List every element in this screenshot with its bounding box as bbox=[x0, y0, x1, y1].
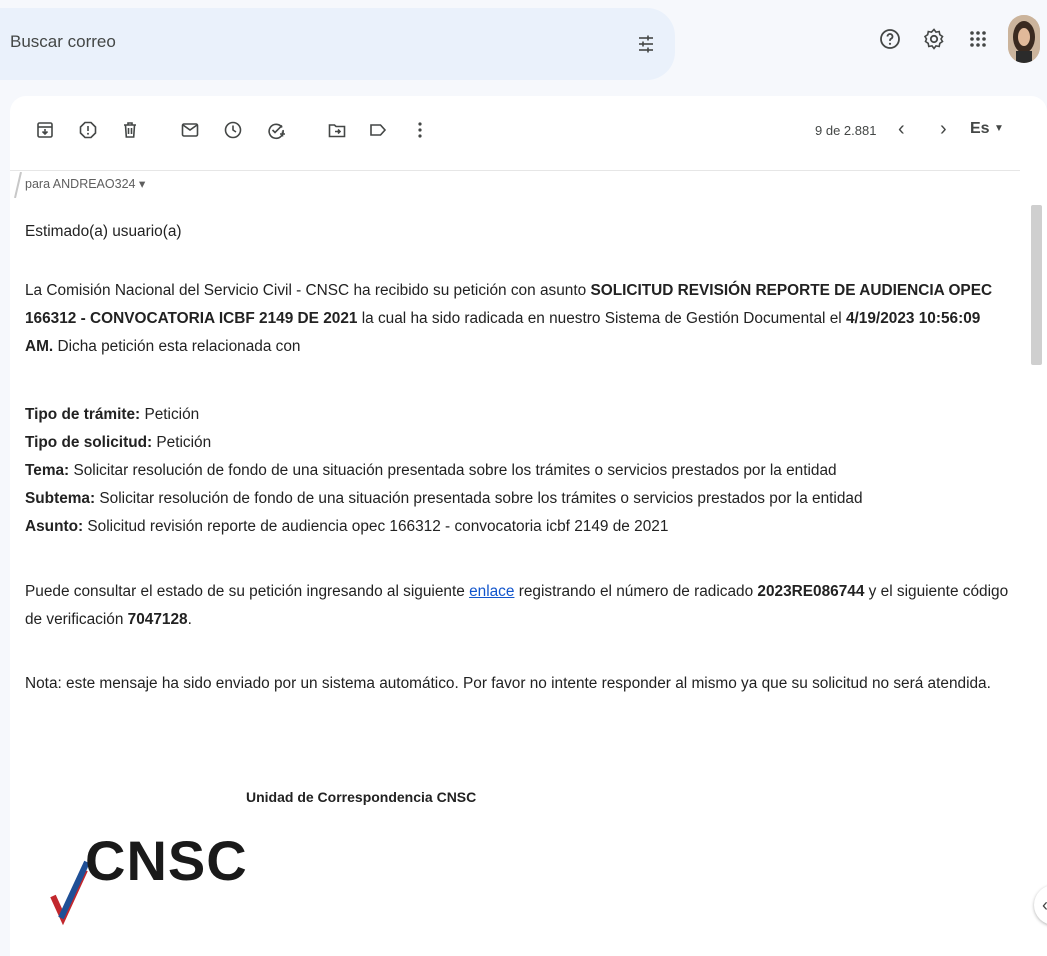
intro-paragraph: La Comisión Nacional del Servicio Civil … bbox=[25, 277, 1010, 361]
archive-icon[interactable] bbox=[35, 120, 55, 140]
detail-label: Subtema: bbox=[25, 490, 96, 507]
apps-icon[interactable] bbox=[966, 27, 990, 51]
message-body: Estimado(a) usuario(a) La Comisión Nacio… bbox=[25, 218, 1010, 698]
recipient-details[interactable]: para ANDREAO324 ▾ bbox=[25, 176, 145, 191]
report-spam-icon[interactable] bbox=[78, 120, 98, 140]
search-bar[interactable]: Buscar correo bbox=[0, 8, 675, 80]
move-to-icon[interactable] bbox=[327, 120, 347, 140]
next-icon[interactable]: › bbox=[940, 118, 947, 141]
chevron-down-icon[interactable]: ▼ bbox=[994, 123, 1004, 134]
detail-value: Solicitar resolución de fondo de una sit… bbox=[69, 462, 837, 479]
signature-title: Unidad de Correspondencia CNSC bbox=[246, 789, 477, 805]
intro-text-2: la cual ha sido radicada en nuestro Sist… bbox=[357, 310, 846, 327]
add-task-icon[interactable] bbox=[266, 120, 286, 140]
quote-bar-icon bbox=[14, 171, 22, 199]
detail-label: Tipo de trámite: bbox=[25, 406, 141, 423]
consult-text-4: . bbox=[187, 611, 192, 628]
verification-code: 7047128 bbox=[127, 611, 188, 628]
intro-text-3: Dicha petición esta relacionada con bbox=[53, 338, 301, 355]
detail-tipo-solicitud: Tipo de solicitud: Petición bbox=[25, 429, 1010, 457]
consult-text: Puede consultar el estado de su petición… bbox=[25, 583, 470, 600]
previous-icon[interactable]: ‹ bbox=[898, 118, 905, 141]
detail-value: Petición bbox=[152, 434, 212, 451]
radicado-number: 2023RE086744 bbox=[757, 583, 865, 600]
detail-tema: Tema: Solicitar resolución de fondo de u… bbox=[25, 457, 1010, 485]
scrollbar-thumb[interactable] bbox=[1031, 205, 1042, 365]
delete-icon[interactable] bbox=[120, 120, 140, 140]
detail-subtema: Subtema: Solicitar resolución de fondo d… bbox=[25, 485, 1010, 513]
mark-unread-icon[interactable] bbox=[180, 120, 200, 140]
detail-label: Tipo de solicitud: bbox=[25, 434, 153, 451]
label-icon[interactable] bbox=[368, 120, 388, 140]
consult-text-2: registrando el número de radicado bbox=[514, 583, 758, 600]
consult-link[interactable]: enlace bbox=[469, 583, 514, 600]
toolbar-divider bbox=[10, 170, 1020, 171]
tune-icon[interactable] bbox=[636, 34, 656, 54]
more-icon[interactable] bbox=[410, 120, 430, 140]
snooze-icon[interactable] bbox=[223, 120, 243, 140]
page-count: 9 de 2.881 bbox=[815, 123, 877, 138]
logo-text: CNSC bbox=[85, 829, 248, 892]
detail-asunto: Asunto: Solicitud revisión reporte de au… bbox=[25, 513, 1010, 541]
detail-label: Asunto: bbox=[25, 518, 84, 535]
detail-value: Solicitar resolución de fondo de una sit… bbox=[95, 490, 863, 507]
note-paragraph: Nota: este mensaje ha sido enviado por u… bbox=[25, 675, 991, 692]
detail-value: Solicitud revisión reporte de audiencia … bbox=[83, 518, 669, 535]
help-icon[interactable] bbox=[878, 27, 902, 51]
settings-icon[interactable] bbox=[922, 27, 946, 51]
detail-tipo-tramite: Tipo de trámite: Petición bbox=[25, 401, 1010, 429]
consult-paragraph: Puede consultar el estado de su petición… bbox=[25, 578, 1010, 634]
language-selector[interactable]: Es bbox=[970, 120, 990, 138]
greeting: Estimado(a) usuario(a) bbox=[25, 223, 182, 240]
intro-text: La Comisión Nacional del Servicio Civil … bbox=[25, 282, 591, 299]
detail-label: Tema: bbox=[25, 462, 70, 479]
search-input[interactable]: Buscar correo bbox=[10, 32, 116, 52]
detail-value: Petición bbox=[140, 406, 200, 423]
avatar[interactable] bbox=[1008, 15, 1040, 63]
